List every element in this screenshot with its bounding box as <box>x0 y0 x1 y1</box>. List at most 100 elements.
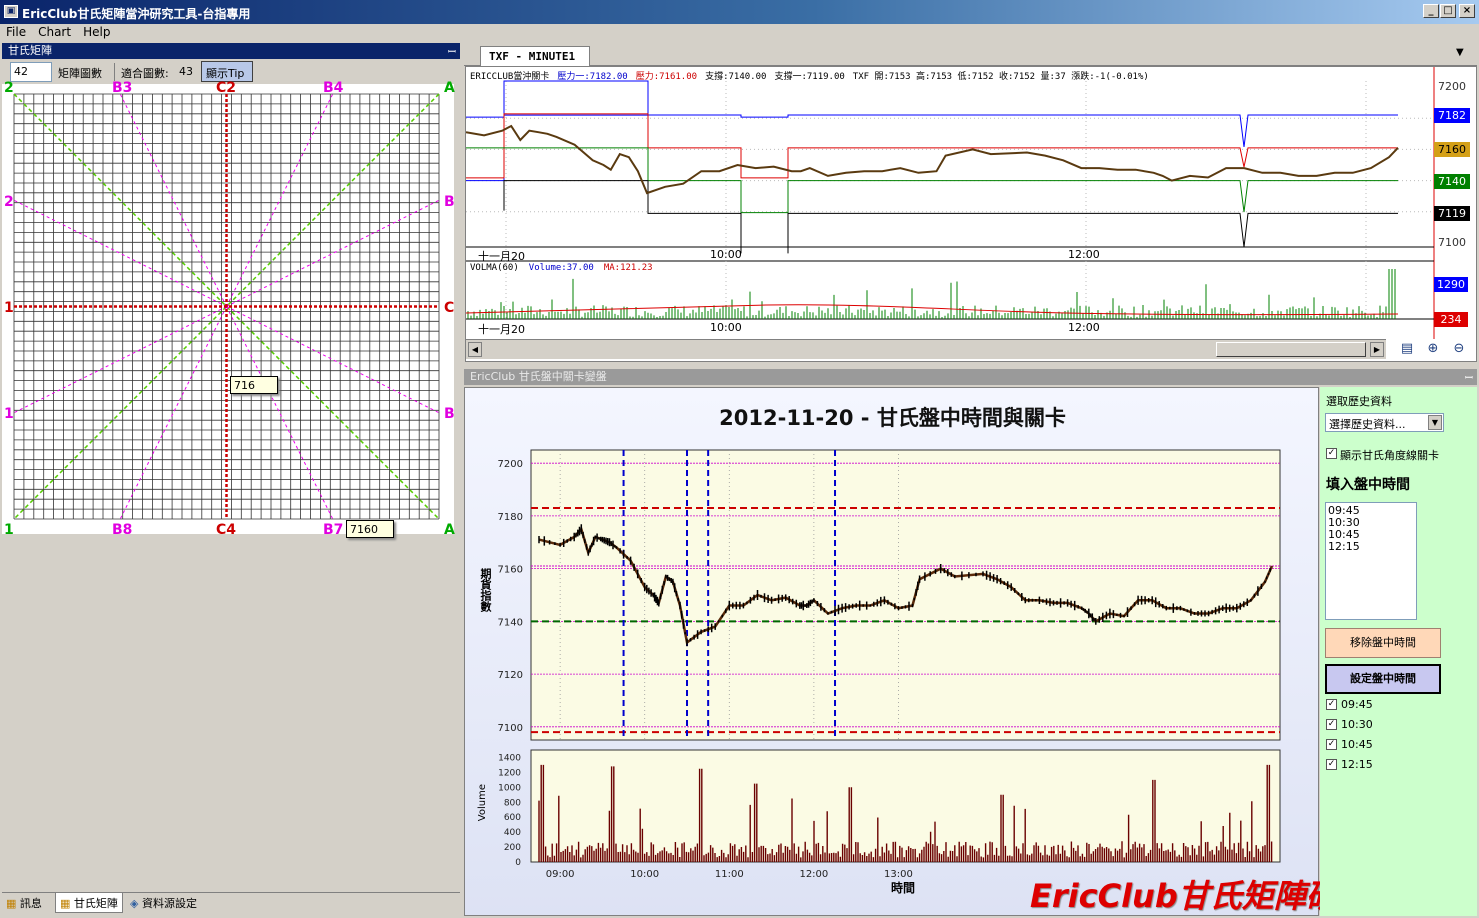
menu-help[interactable]: Help <box>77 24 116 39</box>
matrix-tooltip-2: 7160 <box>346 520 394 538</box>
show-gann-checkbox[interactable]: ✓ <box>1326 448 1337 459</box>
toolbar-divider <box>114 63 115 81</box>
time-check-label-0945: 09:45 <box>1341 698 1373 711</box>
price-badge-7182: 7182 <box>1434 108 1470 124</box>
vol-tick-200: 200 <box>504 843 521 853</box>
price-plot-bg <box>530 449 1281 741</box>
y-tick-7200: 7200 <box>498 459 523 470</box>
remove-time-button[interactable]: 移除盤中時間 <box>1325 628 1441 658</box>
matrix-size-label: 矩陣圖數 <box>58 67 102 80</box>
price-badge-7119: 7119 <box>1434 206 1470 222</box>
calendar-icon[interactable]: ▤ <box>1398 341 1416 357</box>
tab-data-source[interactable]: ◈ 資料源設定 <box>130 895 197 911</box>
tab-txf-minute1[interactable]: TXF - MINUTE1 <box>480 46 590 66</box>
chart-info-item-2: 壓力:7161.00 <box>635 72 698 82</box>
scroll-right-icon[interactable]: ▶ <box>1370 342 1384 357</box>
set-time-button[interactable]: 設定盤中時間 <box>1325 664 1441 694</box>
app-icon[interactable]: ▣ <box>4 5 18 18</box>
menu-file[interactable]: File <box>0 24 32 39</box>
bottom-tab-strip: ▦ 訊息 ▦ 甘氏矩陣 ◈ 資料源設定 <box>2 892 460 914</box>
time-checkbox-1215[interactable]: ✓ <box>1326 759 1337 770</box>
gann-matrix-grid <box>13 93 440 520</box>
time-checkbox-1030[interactable]: ✓ <box>1326 719 1337 730</box>
matrix-label-left-2: 1 <box>4 300 14 316</box>
y-tick-7180: 7180 <box>498 512 523 523</box>
vol-tick-1400: 1400 <box>498 753 521 763</box>
fit-count-value: 43 <box>179 65 193 78</box>
scroll-thumb[interactable] <box>1216 342 1366 357</box>
tab-messages[interactable]: ▦ 訊息 <box>6 895 42 911</box>
close-button[interactable]: × <box>1459 4 1475 18</box>
lower-pin-icon[interactable]: ꟷ <box>1465 370 1473 384</box>
scroll-left-icon[interactable]: ◀ <box>468 342 482 357</box>
volume-axis-label: Volume <box>477 784 488 822</box>
matrix-corner-tr: A <box>444 80 455 96</box>
matrix-icon: ▦ <box>60 897 71 910</box>
matrix-size-input[interactable]: 42 <box>10 62 52 82</box>
x-tick-11:00: 11:00 <box>715 869 744 880</box>
chart-tab-strip: TXF - MINUTE1 ▼ <box>464 43 1477 66</box>
minimize-button[interactable]: _ <box>1423 4 1439 18</box>
time-check-label-1030: 10:30 <box>1341 718 1373 731</box>
matrix-label-right-1: B <box>444 194 455 210</box>
y-tick-7160: 7160 <box>498 565 523 576</box>
main-chart-canvas: 7200 7180 7160 7140 7120 7100 09:00 10:00 11:00 1… <box>498 449 1281 880</box>
time-checkbox-1045[interactable]: ✓ <box>1326 739 1337 750</box>
vol-x-label-date: 十一月20 <box>478 323 525 336</box>
tab-gann-matrix[interactable]: ▦ 甘氏矩陣 <box>55 893 123 913</box>
time-check-label-1215: 12:15 <box>1341 758 1373 771</box>
matrix-corner-br: A <box>444 522 455 538</box>
zoom-out-icon[interactable]: ⊖ <box>1450 341 1468 357</box>
volume-plot-bg <box>530 749 1281 863</box>
vol-tick-1000: 1000 <box>498 783 521 793</box>
fit-count-label: 適合圖數: <box>121 67 169 80</box>
time-checkbox-0945[interactable]: ✓ <box>1326 699 1337 710</box>
matrix-label-b4: B4 <box>323 80 344 96</box>
top-price-line <box>466 124 1399 195</box>
maximize-button[interactable]: □ <box>1440 4 1456 18</box>
top-volume-bars <box>467 269 1396 319</box>
y-tick-7120: 7120 <box>498 670 523 681</box>
matrix-label-right-3: B <box>444 406 455 422</box>
input-time-title: 填入盤中時間 <box>1326 477 1410 493</box>
volume-info-line: VOLMA(60) Volume:37.00 MA:121.23 <box>470 263 663 273</box>
matrix-label-c4: C4 <box>216 522 237 538</box>
vol-x-label-1000: 10:00 <box>710 321 742 334</box>
chart-info-item-1: 壓力一:7182.00 <box>557 72 628 82</box>
chart-info-line: ERICCLUB當沖關卡 壓力一:7182.00 壓力:7161.00 支撐:7140… <box>470 69 1157 82</box>
matrix-label-right-2: C <box>444 300 455 316</box>
message-icon: ▦ <box>6 897 17 910</box>
chart-scrollbar[interactable]: ◀ ▶ <box>466 339 1386 359</box>
select-dropdown-icon[interactable]: ▼ <box>1428 415 1442 430</box>
time-textarea[interactable]: 09:45 10:30 10:45 12:15 <box>1325 502 1417 620</box>
txf-chart-area[interactable]: ERICCLUB當沖關卡 壓力一:7182.00 壓力:7161.00 支撐:7140… <box>465 66 1477 362</box>
price-badge-7160: 7160 <box>1434 142 1470 158</box>
left-panel-title: 甘氏矩陣 <box>2 43 460 59</box>
menu-chart[interactable]: Chart <box>32 24 77 39</box>
vol-tick-0: 0 <box>515 858 521 868</box>
tab-dropdown-icon[interactable]: ▼ <box>1456 47 1464 58</box>
matrix-tooltip-1: 716 <box>230 376 278 394</box>
side-panel: 選取歷史資料 選擇歷史資料... ▼ ✓ 顯示甘氏角度線關卡 填入盤中時間 09:… <box>1320 387 1477 916</box>
pin-icon[interactable]: ꟷ <box>448 44 456 58</box>
time-check-label-1045: 10:45 <box>1341 738 1373 751</box>
y-tick-7140: 7140 <box>498 617 523 628</box>
vol-tick-1200: 1200 <box>498 768 521 778</box>
vol-tick-600: 600 <box>504 813 521 823</box>
matrix-label-b7: B7 <box>323 522 344 538</box>
zoom-in-icon[interactable]: ⊕ <box>1424 341 1442 357</box>
vol-x-label-1200: 12:00 <box>1068 321 1100 334</box>
main-chart-area[interactable]: 2012-11-20 - 甘氏盤中時間與關卡 7200 7180 7160 7140 7… <box>464 387 1434 916</box>
y-tick-7100: 7100 <box>498 723 523 734</box>
price-badge-7140: 7140 <box>1434 173 1470 189</box>
history-select[interactable]: 選擇歷史資料... ▼ <box>1325 413 1444 432</box>
lower-panel-header: EricClub 甘氏盤中關卡變盤 ꟷ <box>464 369 1477 386</box>
matrix-label-b3: B3 <box>112 80 133 96</box>
matrix-label-b8: B8 <box>112 522 133 538</box>
chart-info-item-0: ERICCLUB當沖關卡 <box>470 72 550 82</box>
history-label: 選取歷史資料 <box>1326 395 1392 408</box>
show-tip-button[interactable]: 顯示Tip <box>201 61 253 82</box>
left-panel-header: 甘氏矩陣 ꟷ <box>2 43 460 60</box>
gann-matrix[interactable]: B3 C2 B4 B8 C4 B7 2 1 1 B C B 2 1 A A 71… <box>2 80 455 538</box>
matrix-corner-bl: 1 <box>4 522 14 538</box>
